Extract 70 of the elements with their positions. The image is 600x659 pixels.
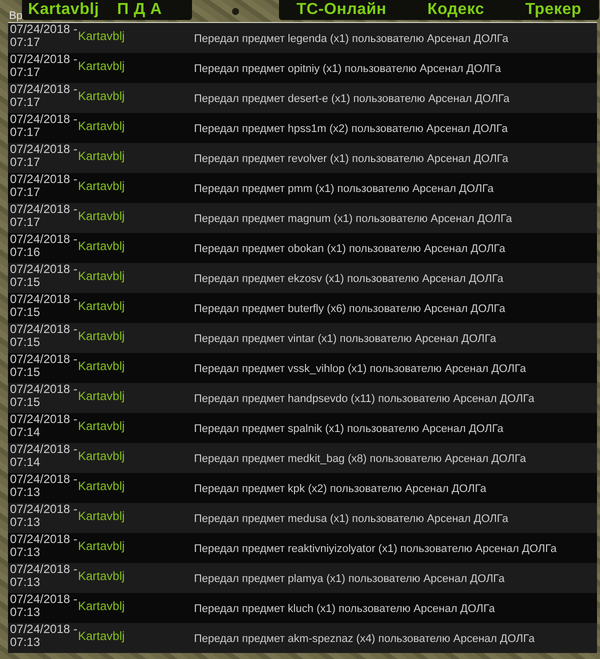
time-cell-text: 07/24/2018 - 07:13 <box>9 623 78 649</box>
nav-link[interactable]: П Д А <box>117 1 162 19</box>
user-link[interactable]: Kartavblj <box>78 293 194 313</box>
time-cell-text: 07/24/2018 - 07:17 <box>9 23 78 49</box>
time-cell-text: 07/24/2018 - 07:17 <box>9 53 78 79</box>
user-link[interactable]: Kartavblj <box>78 473 194 493</box>
hole-icon <box>232 8 239 14</box>
user-link[interactable]: Kartavblj <box>78 443 194 463</box>
time-cell-text: 07/24/2018 - 07:15 <box>9 383 78 409</box>
message-cell-text: Передал предмет kpk (x2) пользователю Арсенал ДОЛГа <box>194 482 488 495</box>
user-link[interactable]: Kartavblj <box>78 233 194 253</box>
user-link[interactable]: Kartavblj <box>78 413 194 433</box>
message-cell-text: Передал предмет magnum (x1) пользователю Арсенал ДОЛГа <box>194 212 513 225</box>
time-cell-text: 07/24/2018 - 07:15 <box>9 353 78 379</box>
message-cell-text: Передал предмет opitniy (x1) пользователю Арсенал ДОЛГа <box>194 62 502 75</box>
message-cell-text: Передал предмет vssk_vihlop (x1) пользователю Арсенал ДОЛГа <box>194 362 528 375</box>
nav-link[interactable]: Kartavblj <box>28 1 100 19</box>
user-link[interactable]: Kartavblj <box>78 383 194 403</box>
message-cell-text: Передал предмет vintar (x1) пользователю Арсенал ДОЛГа <box>194 332 498 345</box>
column-header: Вр <box>8 9 22 22</box>
user-link[interactable]: Kartavblj <box>78 353 194 373</box>
time-cell-text: 07/24/2018 - 07:17 <box>9 113 78 139</box>
time-cell-text: 07/24/2018 - 07:14 <box>9 413 78 439</box>
user-link[interactable]: Kartavblj <box>78 173 194 193</box>
time-cell-text: 07/24/2018 - 07:13 <box>9 593 78 619</box>
user-link[interactable]: Kartavblj <box>78 533 194 553</box>
nav-link[interactable]: ТС-Онлайн <box>296 1 386 19</box>
time-cell-text: 07/24/2018 - 07:13 <box>9 533 78 559</box>
user-link[interactable]: Kartavblj <box>78 113 194 133</box>
message-cell-text: Передал предмет handpsevdo (x11) пользователю Арсенал ДОЛГа <box>194 392 536 405</box>
user-link[interactable]: Kartavblj <box>78 263 194 283</box>
user-link[interactable]: Kartavblj <box>78 143 194 163</box>
message-cell-text: Передал предмет medkit_bag (x8) пользователю Арсенал ДОЛГа <box>194 452 528 465</box>
message-cell-text: Передал предмет desert-e (x1) пользователю Арсенал ДОЛГа <box>194 92 511 105</box>
user-link[interactable]: Kartavblj <box>78 503 194 523</box>
message-cell-text: Передал предмет revolver (x1) пользователю Арсенал ДОЛГа <box>194 152 510 165</box>
message-cell-text: Передал предмет akm-speznaz (x4) пользователю Арсенал ДОЛГа <box>194 632 536 645</box>
message-cell-text: Передал предмет buterfly (x6) пользователю Арсенал ДОЛГа <box>194 302 506 315</box>
time-cell-text: 07/24/2018 - 07:15 <box>9 323 78 349</box>
user-link[interactable]: Kartavblj <box>78 323 194 343</box>
user-link[interactable]: Kartavblj <box>78 563 194 583</box>
user-link[interactable]: Kartavblj <box>78 203 194 223</box>
message-cell-text: Передал предмет hpss1m (x2) пользователю Арсенал ДОЛГа <box>194 122 509 135</box>
user-link[interactable]: Kartavblj <box>78 23 194 43</box>
time-cell-text: 07/24/2018 - 07:13 <box>9 563 78 589</box>
time-cell-text: 07/24/2018 - 07:17 <box>9 143 78 169</box>
time-cell-text: 07/24/2018 - 07:17 <box>9 83 78 109</box>
time-cell-text: 07/24/2018 - 07:15 <box>9 263 78 289</box>
time-cell-text: 07/24/2018 - 07:13 <box>9 503 78 529</box>
user-link[interactable]: Kartavblj <box>78 83 194 103</box>
message-cell-text: Передал предмет pmm (x1) пользователю Арсенал ДОЛГа <box>194 182 495 195</box>
time-cell-text: 07/24/2018 - 07:17 <box>9 203 78 229</box>
user-link[interactable]: Kartavblj <box>78 593 194 613</box>
time-cell-text: 07/24/2018 - 07:15 <box>9 293 78 319</box>
user-link[interactable]: Kartavblj <box>78 623 194 643</box>
message-cell-text: Передал предмет medusa (x1) пользователю Арсенал ДОЛГа <box>194 512 510 525</box>
message-cell-text: Передал предмет reaktivniyizolyator (x1) пользователю Арсенал ДОЛГа <box>194 542 558 555</box>
message-cell-text: Передал предмет legenda (x1) пользователю Арсенал ДОЛГа <box>194 32 510 45</box>
message-cell-text: Передал предмет kluch (x1) пользователю Арсенал ДОЛГа <box>194 602 496 615</box>
time-cell-text: 07/24/2018 - 07:16 <box>9 233 78 259</box>
message-cell-text: Передал предмет ekzosv (x1) пользователю Арсенал ДОЛГа <box>194 272 504 285</box>
time-cell-text: 07/24/2018 - 07:17 <box>9 173 78 199</box>
time-cell-text: 07/24/2018 - 07:13 <box>9 473 78 499</box>
user-link[interactable]: Kartavblj <box>78 53 194 73</box>
nav-link[interactable]: Кодекс <box>427 1 484 19</box>
nav-link[interactable]: Трекер <box>525 1 582 19</box>
message-cell-text: Передал предмет obokan (x1) пользователю Арсенал ДОЛГа <box>194 242 506 255</box>
message-cell-text: Передал предмет plamya (x1) пользователю Арсенал ДОЛГа <box>194 572 506 585</box>
time-cell-text: 07/24/2018 - 07:14 <box>9 443 78 469</box>
message-cell-text: Передал предмет spalnik (x1) пользователю Арсенал ДОЛГа <box>194 422 504 435</box>
